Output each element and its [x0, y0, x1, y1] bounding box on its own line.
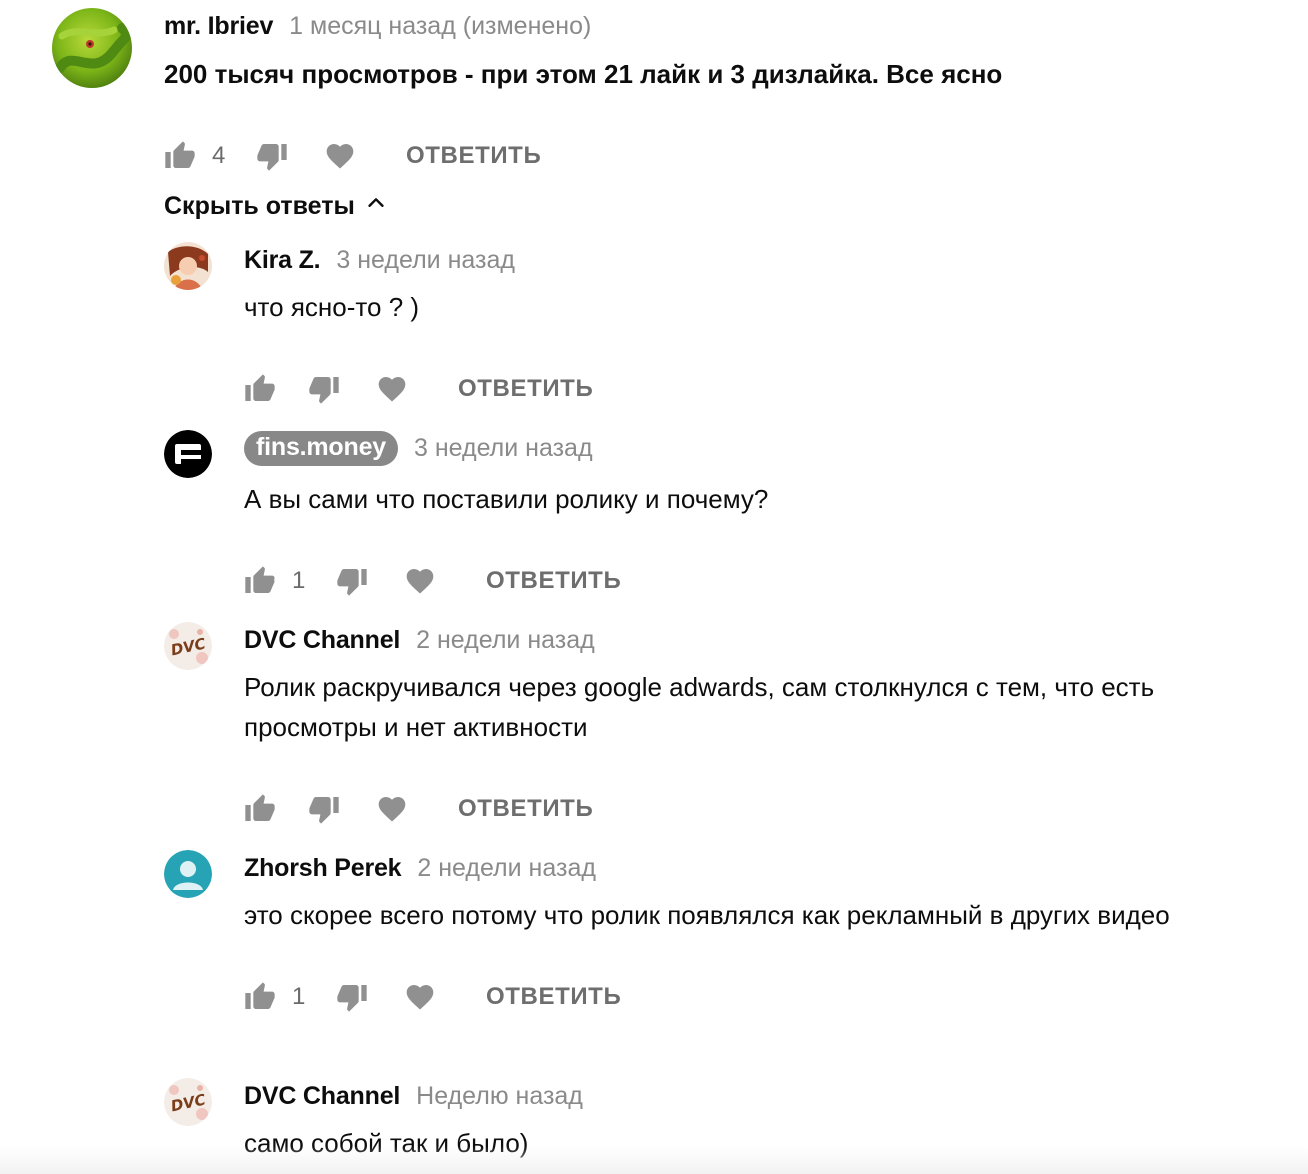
- hide-replies-label: Скрыть ответы: [164, 192, 355, 220]
- heart-icon[interactable]: [376, 793, 408, 825]
- thumbs-down-icon[interactable]: [308, 373, 340, 405]
- heart-icon[interactable]: [404, 565, 436, 597]
- reply-text: само собой так и было): [244, 1128, 529, 1158]
- comment-author[interactable]: mr. Ibriev: [164, 12, 273, 41]
- reply-actions: ОТВЕТИТЬ: [244, 369, 1284, 409]
- f-logo-avatar[interactable]: [164, 430, 212, 478]
- like-count: 4: [212, 142, 226, 169]
- reply-actions: ОТВЕТИТЬ: [244, 789, 1284, 829]
- thumbs-down-icon[interactable]: [336, 565, 368, 597]
- like-count: 1: [292, 567, 306, 594]
- reply-body: Kira Z. 3 недели назад что ясно-то ? ) О…: [244, 240, 1284, 409]
- reply-body: Zhorsh Perek 2 недели назад это скорее в…: [244, 848, 1284, 1017]
- reply-timestamp[interactable]: 3 недели назад: [336, 246, 515, 275]
- reply-author[interactable]: Zhorsh Perek: [244, 854, 402, 883]
- reply-author[interactable]: Kira Z.: [244, 246, 321, 275]
- reply-body: DVC Channel Неделю назад само собой так …: [244, 1076, 1284, 1163]
- reply-header: DVC Channel Неделю назад: [244, 1076, 1284, 1116]
- reply-author[interactable]: DVC Channel: [244, 1082, 400, 1111]
- reply-author[interactable]: DVC Channel: [244, 626, 400, 655]
- heart-icon[interactable]: [376, 373, 408, 405]
- reply-header: DVC Channel 2 недели назад: [244, 620, 1284, 660]
- reply-actions: 1 ОТВЕТИТЬ: [244, 561, 1284, 601]
- reply-item: Zhorsh Perek 2 недели назад это скорее в…: [164, 848, 1284, 1048]
- reply-item: fins.money 3 недели назад А вы сами что …: [164, 428, 1284, 598]
- dvc-logo-avatar[interactable]: DVC: [164, 622, 212, 670]
- heart-icon[interactable]: [404, 981, 436, 1013]
- reply-item: Kira Z. 3 недели назад что ясно-то ? ) О…: [164, 240, 1284, 404]
- reply-body: DVC Channel 2 недели назад Ролик раскруч…: [244, 620, 1284, 829]
- reply-button[interactable]: ОТВЕТИТЬ: [458, 375, 593, 403]
- comment-timestamp[interactable]: 1 месяц назад (изменено): [289, 12, 591, 41]
- reply-button[interactable]: ОТВЕТИТЬ: [406, 142, 541, 170]
- chevron-up-icon: [365, 192, 387, 221]
- comments-thread: mr. Ibriev 1 месяц назад (изменено) 200 …: [0, 0, 1308, 1174]
- reply-item: DVC DVC Channel Неделю назад само собой …: [164, 1076, 1284, 1174]
- reply-text: А вы сами что поставили ролику и почему?: [244, 484, 769, 514]
- reply-button[interactable]: ОТВЕТИТЬ: [486, 567, 621, 595]
- like-count: 1: [292, 983, 306, 1010]
- thumbs-up-icon[interactable]: [164, 140, 196, 172]
- thumbs-up-icon[interactable]: [244, 793, 276, 825]
- reply-header: Zhorsh Perek 2 недели назад: [244, 848, 1284, 888]
- reply-header: Kira Z. 3 недели назад: [244, 240, 1284, 280]
- reply-author-badge[interactable]: fins.money: [244, 430, 398, 466]
- comment-actions: 4 ОТВЕТИТЬ: [164, 136, 1274, 176]
- reply-text: что ясно-то ? ): [244, 292, 420, 322]
- default-user-avatar[interactable]: [164, 850, 212, 898]
- reply-header: fins.money 3 недели назад: [244, 428, 1284, 468]
- reply-timestamp[interactable]: 2 недели назад: [416, 626, 595, 655]
- thumbs-up-icon[interactable]: [244, 565, 276, 597]
- thumbs-up-icon[interactable]: [244, 373, 276, 405]
- thumbs-up-icon[interactable]: [244, 981, 276, 1013]
- thumbs-down-icon[interactable]: [336, 981, 368, 1013]
- dvc-logo-avatar[interactable]: DVC: [164, 1078, 212, 1126]
- thumbs-down-icon[interactable]: [256, 140, 288, 172]
- reply-text: Ролик раскручивался через google adwards…: [244, 672, 1155, 742]
- reply-timestamp[interactable]: Неделю назад: [416, 1082, 583, 1111]
- reply-button[interactable]: ОТВЕТИТЬ: [458, 795, 593, 823]
- reply-text: это скорее всего потому что ролик появля…: [244, 900, 1170, 930]
- illustrated-girl-avatar[interactable]: [164, 242, 212, 290]
- heart-icon[interactable]: [324, 140, 356, 172]
- reply-timestamp[interactable]: 2 недели назад: [417, 854, 596, 883]
- reply-button[interactable]: ОТВЕТИТЬ: [486, 983, 621, 1011]
- reply-body: fins.money 3 недели назад А вы сами что …: [244, 428, 1284, 601]
- thumbs-down-icon[interactable]: [308, 793, 340, 825]
- reply-item: DVC DVC Channel 2 недели назад Ролик рас…: [164, 620, 1284, 824]
- hide-replies-toggle[interactable]: Скрыть ответы: [164, 192, 387, 221]
- comment-text: 200 тысяч просмотров - при этом 21 лайк …: [164, 59, 1003, 89]
- reply-timestamp[interactable]: 3 недели назад: [414, 434, 593, 463]
- comment-header: mr. Ibriev 1 месяц назад (изменено): [164, 6, 1274, 46]
- reply-actions: 1 ОТВЕТИТЬ: [244, 977, 1284, 1017]
- snake-avatar[interactable]: [52, 8, 132, 88]
